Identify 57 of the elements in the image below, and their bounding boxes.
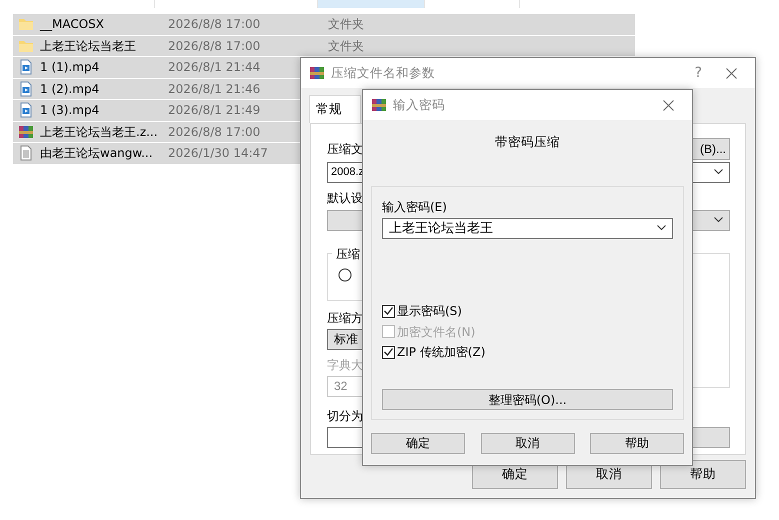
file-date: 2026/8/1 21:44 <box>168 60 260 74</box>
chevron-down-icon <box>714 169 723 176</box>
chevron-down-icon <box>657 225 666 232</box>
close-button[interactable] <box>663 100 674 110</box>
checkbox[interactable] <box>382 304 395 318</box>
field-label: 输入密码(E) <box>382 198 448 216</box>
file-type: 文件夹 <box>328 16 364 34</box>
field-label: 压缩文 <box>327 140 363 158</box>
option-label: 加密文件名(N) <box>397 324 476 340</box>
option-label: ZIP 传统加密(Z) <box>397 344 486 361</box>
checkmark-icon <box>384 348 393 356</box>
radio-button[interactable] <box>338 268 352 282</box>
close-button[interactable] <box>726 68 737 78</box>
file-name: 上老王论坛当老王 <box>40 38 136 53</box>
checkbox-option[interactable]: ZIP 传统加密(Z) <box>382 342 673 362</box>
dialog-button[interactable]: 帮助 <box>660 460 746 489</box>
file-name: __MACOSX <box>40 17 104 32</box>
file-name: 1 (1).mp4 <box>40 60 100 74</box>
file-date: 2026/8/8 17:00 <box>168 124 260 139</box>
dialog-button[interactable]: 取消 <box>480 432 574 454</box>
checkbox[interactable] <box>382 346 395 358</box>
file-date: 2026/8/8 17:00 <box>168 38 260 53</box>
organize-passwords-button[interactable]: 整理密码(O)... <box>382 389 673 410</box>
dialog-button[interactable]: 帮助 <box>590 432 684 454</box>
window-title: 压缩文件名和参数 <box>331 64 436 82</box>
file-name: 1 (3).mp4 <box>40 103 100 118</box>
checkmark-icon <box>384 307 393 315</box>
field-label: 默认设 <box>327 190 363 207</box>
archive-icon <box>371 97 387 113</box>
file-date: 2026/8/1 21:46 <box>168 82 260 96</box>
field-label: 字典大 <box>327 356 363 374</box>
folder-icon <box>18 16 34 32</box>
file-date: 2026/1/30 14:47 <box>168 146 268 160</box>
file-date: 2026/8/8 17:00 <box>168 17 260 32</box>
checkbox-option[interactable]: 显示密码(S) <box>382 300 673 322</box>
file-row[interactable]: __MACOSX 2026/8/8 17:00 文件夹 <box>13 14 635 36</box>
password-combo[interactable]: 上老王论坛当老王 <box>382 218 673 239</box>
option-label: 显示密码(S) <box>397 303 462 320</box>
file-name: 由老王论坛wangw... <box>40 146 153 160</box>
dialog-heading: 带密码压缩 <box>494 133 561 151</box>
archive-icon <box>18 124 34 140</box>
file-name: 1 (2).mp4 <box>40 82 100 96</box>
field-label: 切分为 <box>327 408 363 425</box>
archive-icon <box>309 65 325 81</box>
file-name: 上老王论坛当老王.z... <box>40 124 158 139</box>
dialog-button[interactable]: 确定 <box>371 432 465 454</box>
field-value: 上老王论坛当老王 <box>389 220 493 238</box>
file-type: 文件夹 <box>328 38 364 55</box>
browse-button[interactable]: (B)... <box>690 138 730 160</box>
window-title: 输入密码 <box>393 96 446 114</box>
field-value: 2008.z <box>331 165 364 180</box>
help-button[interactable]: ? <box>694 62 702 84</box>
field-label: 压缩方 <box>327 310 363 327</box>
file-row[interactable]: 上老王论坛当老王 2026/8/8 17:00 文件夹 <box>13 36 635 57</box>
file-date: 2026/8/1 21:49 <box>168 103 260 118</box>
tab[interactable]: 常规 <box>309 95 361 123</box>
chevron-down-icon <box>714 217 723 224</box>
